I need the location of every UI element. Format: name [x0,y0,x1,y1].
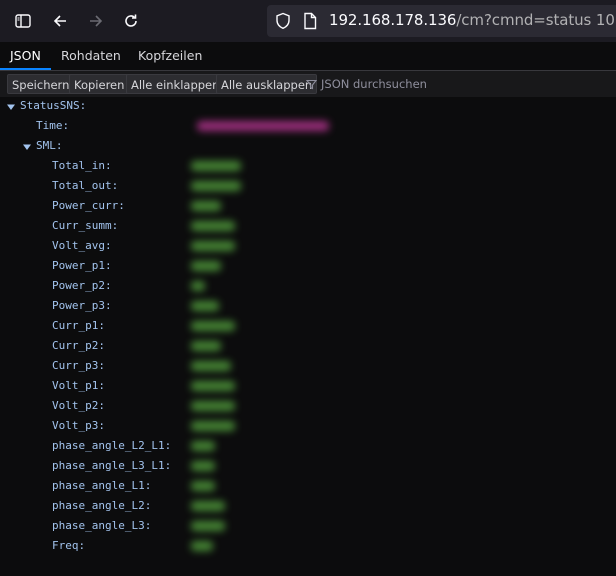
reload-icon[interactable] [120,10,142,32]
json-tree: StatusSNS: Time: SML: Total_in: Total_out… [0,97,616,576]
key-freq[interactable]: Freq: [52,537,85,555]
redacted-value [191,321,235,331]
address-bar[interactable]: 192.168.178.136/cm?cmnd=status 10 [267,5,616,37]
redacted-value [191,461,215,471]
redacted-value [191,241,235,251]
copy-button[interactable]: Kopieren [69,74,130,94]
shield-icon[interactable] [275,12,291,34]
redacted-value [191,201,221,211]
url-host: 192.168.178.136 [329,11,457,29]
key-phase-angle-l2-l1[interactable]: phase_angle_L2_L1: [52,437,171,455]
key-power-p1[interactable]: Power_p1: [52,257,112,275]
redacted-value [191,481,215,491]
forward-arrow-icon[interactable] [85,10,107,32]
key-curr-p2[interactable]: Curr_p2: [52,337,105,355]
sidebar-icon[interactable] [12,10,34,32]
filter-icon [305,79,318,90]
redacted-value [191,181,241,191]
redacted-value [197,121,329,131]
tab-json[interactable]: JSON [0,42,51,70]
key-phase-angle-l1[interactable]: phase_angle_L1: [52,477,151,495]
redacted-value [191,301,219,311]
redacted-value [191,421,235,431]
redacted-value [191,381,235,391]
key-time[interactable]: Time: [36,117,69,135]
save-button[interactable]: Speichern [7,74,75,94]
browser-toolbar: 192.168.178.136/cm?cmnd=status 10 [0,0,616,42]
filter-input[interactable]: JSON durchsuchen [305,74,427,94]
tab-kopfzeilen[interactable]: Kopfzeilen [128,42,212,70]
key-power-curr[interactable]: Power_curr: [52,197,125,215]
redacted-value [191,441,215,451]
key-power-p3[interactable]: Power_p3: [52,297,112,315]
filter-placeholder: JSON durchsuchen [321,77,427,91]
key-volt-p1[interactable]: Volt_p1: [52,377,105,395]
redacted-value [191,221,235,231]
key-phase-angle-l3-l1[interactable]: phase_angle_L3_L1: [52,457,171,475]
expand-toggle-icon[interactable] [6,102,16,112]
key-curr-summ[interactable]: Curr_summ: [52,217,118,235]
key-volt-p2[interactable]: Volt_p2: [52,397,105,415]
key-total-out[interactable]: Total_out: [52,177,118,195]
redacted-value [191,401,235,411]
tab-rohdaten[interactable]: Rohdaten [51,42,131,70]
redacted-value [191,501,225,511]
url-path: /cm?cmnd=status 10 [456,11,615,29]
key-volt-p3[interactable]: Volt_p3: [52,417,105,435]
key-phase-angle-l2[interactable]: phase_angle_L2: [52,497,151,515]
key-phase-angle-l3[interactable]: phase_angle_L3: [52,517,151,535]
key-volt-avg[interactable]: Volt_avg: [52,237,112,255]
expand-toggle-icon[interactable] [22,142,32,152]
url-text[interactable]: 192.168.178.136/cm?cmnd=status 10 [329,11,615,29]
viewer-tabs: JSON Rohdaten Kopfzeilen [0,42,616,71]
redacted-value [191,521,225,531]
back-arrow-icon[interactable] [49,10,71,32]
key-sml[interactable]: SML: [36,137,63,155]
redacted-value [191,281,205,291]
key-power-p2[interactable]: Power_p2: [52,277,112,295]
redacted-value [191,341,221,351]
redacted-value [191,261,221,271]
page-icon [303,12,317,34]
json-toolbar: Speichern Kopieren Alle einklappen Alle … [0,71,616,98]
redacted-value [191,541,213,551]
redacted-value [191,161,241,171]
collapse-all-button[interactable]: Alle einklappen [126,74,225,94]
key-curr-p1[interactable]: Curr_p1: [52,317,105,335]
redacted-value [191,361,231,371]
key-statussns[interactable]: StatusSNS: [20,97,86,115]
key-curr-p3[interactable]: Curr_p3: [52,357,105,375]
expand-all-button[interactable]: Alle ausklappen [216,74,318,94]
key-total-in[interactable]: Total_in: [52,157,112,175]
